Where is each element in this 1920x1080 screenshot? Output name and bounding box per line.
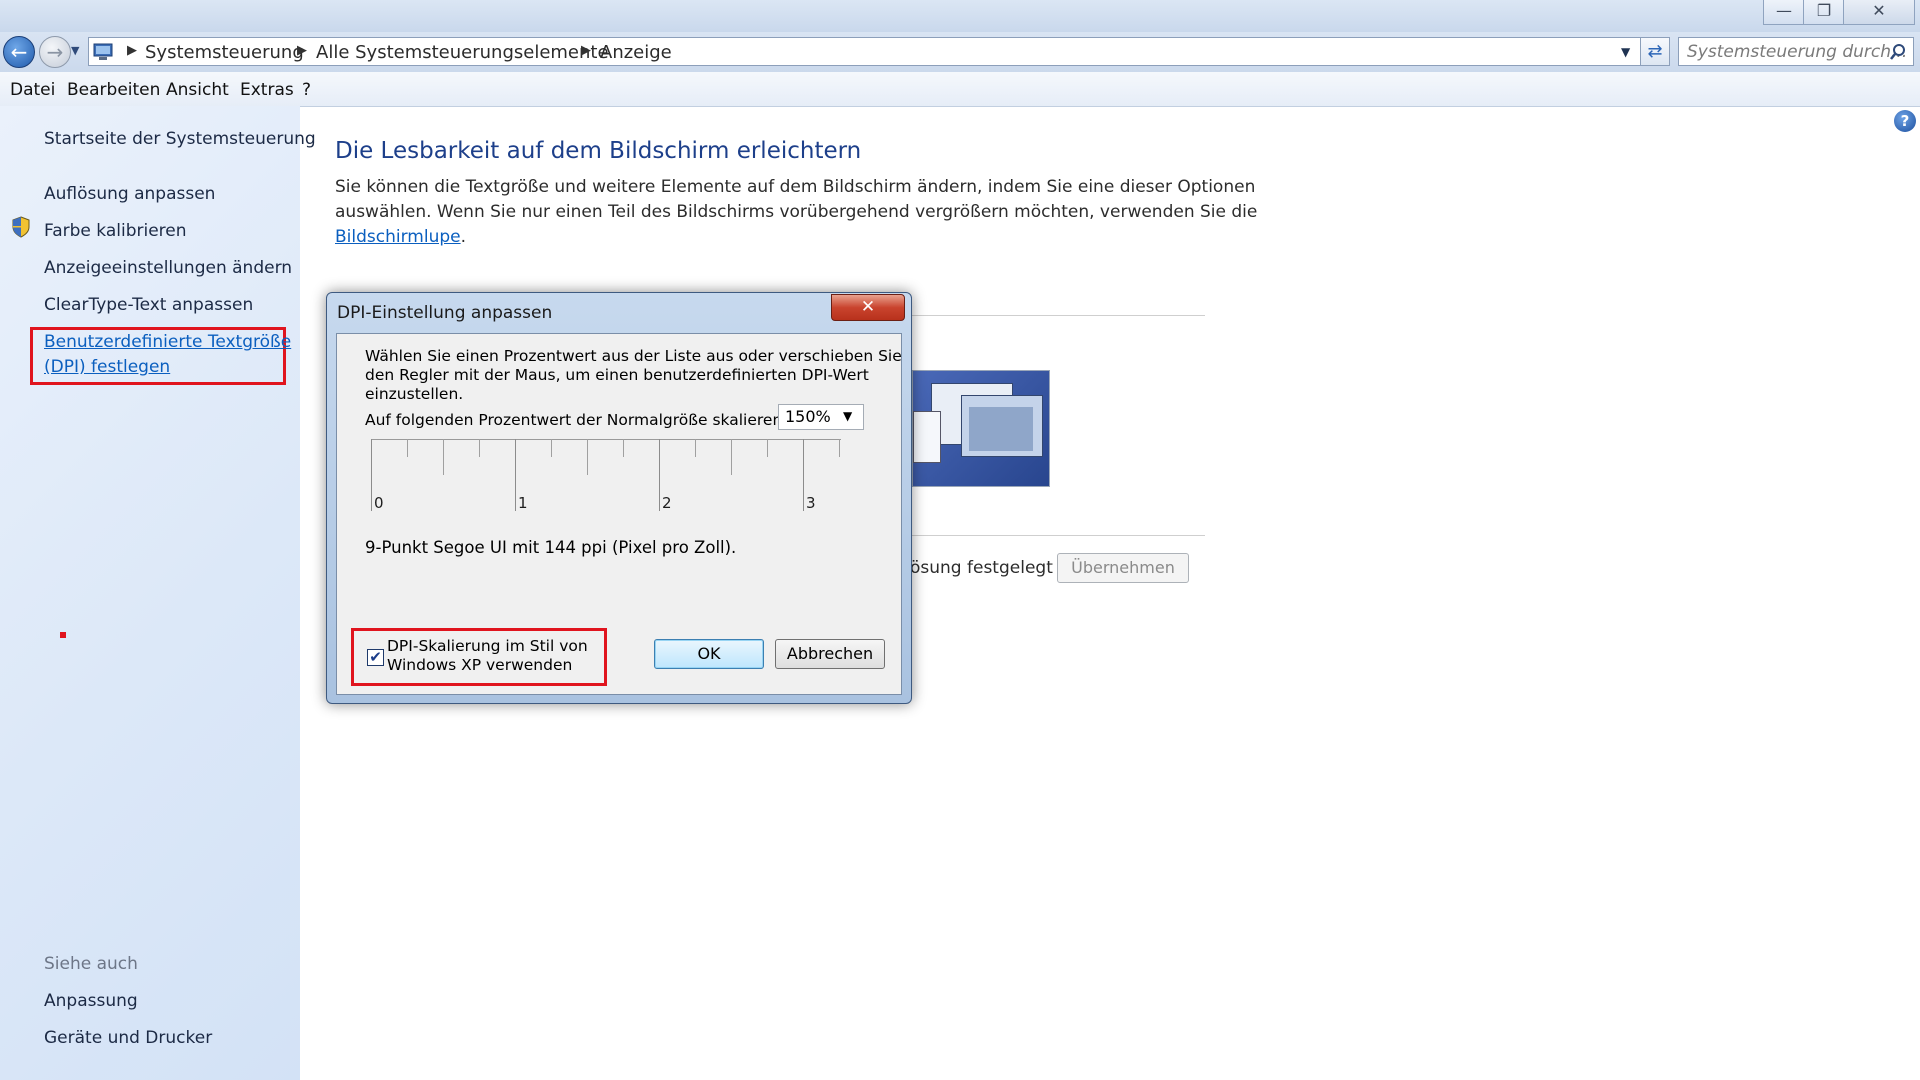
menu-bar: Datei Bearbeiten Ansicht Extras ? bbox=[0, 72, 1920, 107]
cancel-button[interactable]: Abbrechen bbox=[775, 639, 885, 669]
refresh-button[interactable]: ⇄ bbox=[1640, 37, 1670, 66]
menu-help[interactable]: ? bbox=[302, 80, 311, 100]
scale-select[interactable]: 150% ▼ bbox=[778, 404, 864, 430]
dpi-ruler[interactable]: 0 1 2 3 bbox=[371, 439, 841, 512]
see-also-heading: Siehe auch bbox=[44, 954, 138, 974]
intro-text-line1: Sie können die Textgröße und weitere Ele… bbox=[335, 177, 1256, 197]
dialog-close-button[interactable]: ✕ bbox=[831, 294, 905, 321]
dialog-content: Wählen Sie einen Prozentwert aus der Lis… bbox=[336, 333, 902, 695]
control-panel-icon bbox=[93, 43, 113, 60]
help-icon[interactable]: ? bbox=[1894, 110, 1916, 132]
dialog-description-line1: Wählen Sie einen Prozentwert aus der Lis… bbox=[365, 347, 902, 365]
left-navigation-pane: Startseite der Systemsteuerung Auflösung… bbox=[0, 106, 316, 1080]
breadcrumb-alle-elemente[interactable]: Alle Systemsteuerungselemente bbox=[316, 42, 609, 63]
see-also-geraete[interactable]: Geräte und Drucker bbox=[44, 1028, 212, 1048]
minimize-button[interactable]: — bbox=[1763, 0, 1805, 25]
apply-button[interactable]: Übernehmen bbox=[1057, 553, 1189, 583]
search-input[interactable]: Systemsteuerung durch... bbox=[1678, 37, 1914, 66]
close-window-button[interactable]: ✕ bbox=[1843, 0, 1915, 25]
intro-text-line2: auswählen. Wenn Sie nur einen Teil des B… bbox=[335, 202, 1258, 222]
breadcrumb-systemsteuerung[interactable]: Systemsteuerung bbox=[145, 42, 304, 63]
ruler-label-3: 3 bbox=[806, 494, 816, 512]
forward-arrow-icon: → bbox=[46, 40, 64, 64]
forward-button[interactable]: → bbox=[39, 36, 71, 68]
font-info-text: 9-Punkt Segoe UI mit 144 ppi (Pixel pro … bbox=[365, 538, 737, 557]
back-button[interactable]: ← bbox=[3, 36, 35, 68]
address-dropdown-icon[interactable]: ▼ bbox=[1621, 45, 1630, 59]
intro-end: . bbox=[460, 227, 467, 247]
display-preview-image bbox=[912, 370, 1050, 487]
see-also-anpassung[interactable]: Anpassung bbox=[44, 991, 138, 1011]
checkbox-label-line1[interactable]: DPI-Skalierung im Stil von bbox=[387, 637, 588, 655]
sidebar-item-cleartype[interactable]: ClearType-Text anpassen bbox=[44, 295, 253, 315]
menu-datei[interactable]: Datei bbox=[10, 80, 55, 100]
close-icon: ✕ bbox=[860, 297, 876, 317]
title-bar: — ❐ ✕ bbox=[0, 0, 1920, 32]
back-arrow-icon: ← bbox=[10, 40, 28, 64]
dialog-title: DPI-Einstellung anpassen bbox=[337, 303, 553, 323]
breadcrumb-separator-icon[interactable]: ▶ bbox=[297, 43, 307, 58]
xp-scaling-checkbox[interactable]: ✔ bbox=[367, 649, 384, 666]
ruler-label-1: 1 bbox=[518, 494, 528, 512]
history-dropdown-icon[interactable]: ▼ bbox=[71, 44, 79, 57]
checkmark-icon: ✔ bbox=[369, 648, 382, 666]
page-title: Die Lesbarkeit auf dem Bildschirm erleic… bbox=[335, 138, 862, 164]
resolution-text: ösung festgelegt bbox=[910, 558, 1053, 578]
sidebar-item-anzeigeeinstellungen[interactable]: Anzeigeeinstellungen ändern bbox=[44, 258, 292, 278]
sidebar-item-farbe[interactable]: Farbe kalibrieren bbox=[44, 221, 187, 241]
dpi-dialog: DPI-Einstellung anpassen ✕ Wählen Sie ei… bbox=[326, 292, 912, 704]
menu-extras[interactable]: Extras bbox=[240, 80, 294, 100]
ruler-label-0: 0 bbox=[374, 494, 384, 512]
breadcrumb-anzeige[interactable]: Anzeige bbox=[600, 42, 672, 63]
shield-icon bbox=[12, 216, 30, 238]
dialog-description-line3: einzustellen. bbox=[365, 385, 464, 403]
search-icon[interactable] bbox=[1889, 43, 1907, 61]
breadcrumb-separator-icon[interactable]: ▶ bbox=[127, 43, 137, 58]
search-placeholder: Systemsteuerung durch... bbox=[1687, 42, 1908, 62]
breadcrumb-separator-icon[interactable]: ▶ bbox=[581, 43, 591, 58]
address-row: ← → ▼ ▶ Systemsteuerung ▶ Alle Systemste… bbox=[0, 32, 1920, 72]
intro-text-line3: Bildschirmlupe. bbox=[335, 227, 466, 247]
menu-bearbeiten[interactable]: Bearbeiten bbox=[67, 80, 160, 100]
address-bar[interactable]: ▶ Systemsteuerung ▶ Alle Systemsteuerung… bbox=[88, 37, 1668, 66]
sidebar-item-aufloesung[interactable]: Auflösung anpassen bbox=[44, 184, 215, 204]
maximize-button[interactable]: ❐ bbox=[1803, 0, 1845, 25]
checkbox-label-line2[interactable]: Windows XP verwenden bbox=[387, 656, 572, 674]
dialog-description-line2: den Regler mit der Maus, um einen benutz… bbox=[365, 366, 869, 384]
chevron-down-icon: ▼ bbox=[843, 409, 853, 423]
scale-label: Auf folgenden Prozentwert der Normalgröß… bbox=[365, 411, 788, 429]
red-marker bbox=[60, 632, 66, 638]
sidebar-item-dpi-link-line2[interactable]: (DPI) festlegen bbox=[44, 357, 170, 377]
menu-ansicht[interactable]: Ansicht bbox=[166, 80, 229, 100]
sidebar-item-dpi-link[interactable]: Benutzerdefinierte Textgröße bbox=[44, 332, 291, 352]
refresh-icon: ⇄ bbox=[1647, 41, 1663, 62]
bildschirmlupe-link[interactable]: Bildschirmlupe bbox=[335, 227, 461, 247]
scale-select-value: 150% bbox=[785, 407, 831, 426]
sidebar-home-link[interactable]: Startseite der Systemsteuerung bbox=[44, 129, 316, 149]
ruler-label-2: 2 bbox=[662, 494, 672, 512]
ok-button[interactable]: OK bbox=[654, 639, 764, 669]
